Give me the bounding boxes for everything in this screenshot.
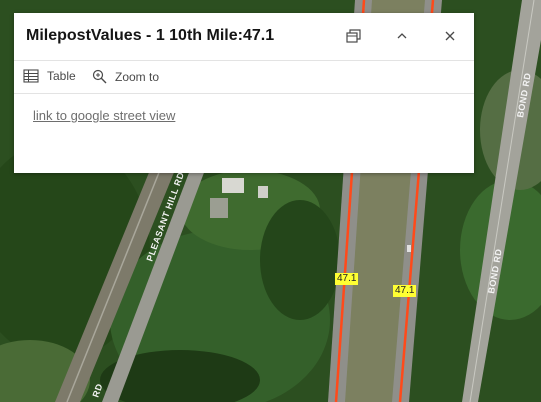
popup-header: MilepostValues - 1 10th Mile:47.1 — [14, 13, 474, 60]
building — [258, 186, 268, 198]
collapse-button[interactable] — [389, 23, 415, 49]
popup-title: MilepostValues - 1 10th Mile:47.1 — [26, 27, 275, 44]
table-icon — [23, 69, 39, 83]
table-action-label: Table — [47, 69, 76, 83]
zoom-to-icon — [92, 69, 107, 84]
zoom-to-action[interactable]: Zoom to — [92, 69, 159, 84]
action-divider — [14, 93, 474, 94]
dock-button[interactable] — [341, 23, 367, 49]
building — [210, 198, 228, 218]
building — [222, 178, 244, 193]
dock-icon — [346, 29, 361, 43]
close-icon — [445, 31, 455, 41]
action-bar: Table Zoom to — [14, 61, 474, 93]
zoom-to-action-label: Zoom to — [115, 69, 160, 84]
popup-content: link to google street view — [33, 107, 175, 125]
street-view-link[interactable]: link to google street view — [33, 108, 175, 123]
car — [407, 245, 411, 252]
close-button[interactable] — [437, 23, 463, 49]
milepost-label[interactable]: 47.1 — [393, 285, 417, 297]
milepost-label[interactable]: 47.1 — [335, 273, 359, 285]
feature-popup: MilepostValues - 1 10th Mile:47.1 Table … — [14, 13, 474, 173]
chevron-up-icon — [397, 33, 407, 39]
table-action[interactable]: Table — [23, 69, 76, 83]
